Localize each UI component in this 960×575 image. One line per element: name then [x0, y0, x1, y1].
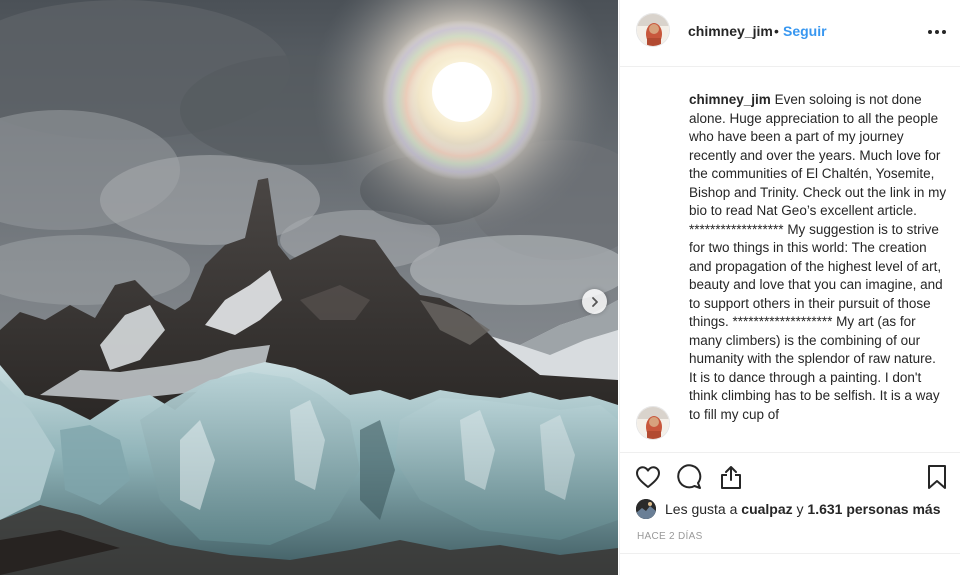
- liker-photo: [636, 499, 656, 519]
- next-photo-button[interactable]: [582, 289, 607, 314]
- mountain-glacier-image: [0, 0, 618, 575]
- likes-count-link[interactable]: 1.631 personas más: [807, 501, 940, 517]
- post-side-panel: chimney_jim • Seguir chimney_jim Even so…: [619, 0, 960, 575]
- avatar[interactable]: [636, 13, 670, 47]
- separator-dot: •: [774, 23, 779, 39]
- profile-photo: [637, 14, 669, 46]
- more-options-icon: [928, 30, 946, 34]
- post-photo[interactable]: [0, 0, 618, 575]
- divider: [620, 553, 960, 554]
- share-icon: [721, 466, 741, 489]
- username-link[interactable]: chimney_jim: [688, 23, 773, 39]
- post-caption: chimney_jim Even soloing is not done alo…: [689, 91, 947, 424]
- more-options-button[interactable]: [925, 20, 949, 44]
- heart-icon: [636, 466, 660, 488]
- likes-text: Les gusta a cualpaz y 1.631 personas más: [665, 501, 941, 517]
- follow-button[interactable]: Seguir: [783, 23, 827, 39]
- liker-avatar[interactable]: [636, 499, 656, 519]
- like-button[interactable]: [634, 463, 662, 491]
- save-button[interactable]: [923, 463, 951, 491]
- likes-prefix: Les gusta a: [665, 501, 742, 517]
- post-header: chimney_jim • Seguir: [620, 0, 960, 67]
- post-timestamp[interactable]: HACE 2 DÍAS: [637, 531, 703, 542]
- profile-photo: [637, 407, 669, 439]
- caption-username[interactable]: chimney_jim: [689, 92, 771, 107]
- caption-text: Even soloing is not done alone. Huge app…: [689, 92, 947, 422]
- bookmark-icon: [928, 465, 946, 489]
- liker-username[interactable]: cualpaz: [741, 501, 792, 517]
- action-bar: [620, 452, 960, 498]
- likes-middle: y: [792, 501, 808, 517]
- likes-summary: Les gusta a cualpaz y 1.631 personas más: [636, 498, 956, 522]
- instagram-post: chimney_jim • Seguir chimney_jim Even so…: [0, 0, 960, 575]
- comment-button[interactable]: [675, 463, 703, 491]
- chevron-right-icon: [591, 296, 598, 307]
- comment-icon: [677, 464, 702, 489]
- share-button[interactable]: [717, 463, 745, 491]
- caption-avatar[interactable]: [636, 406, 670, 440]
- comments-section[interactable]: chimney_jim Even soloing is not done alo…: [620, 68, 960, 452]
